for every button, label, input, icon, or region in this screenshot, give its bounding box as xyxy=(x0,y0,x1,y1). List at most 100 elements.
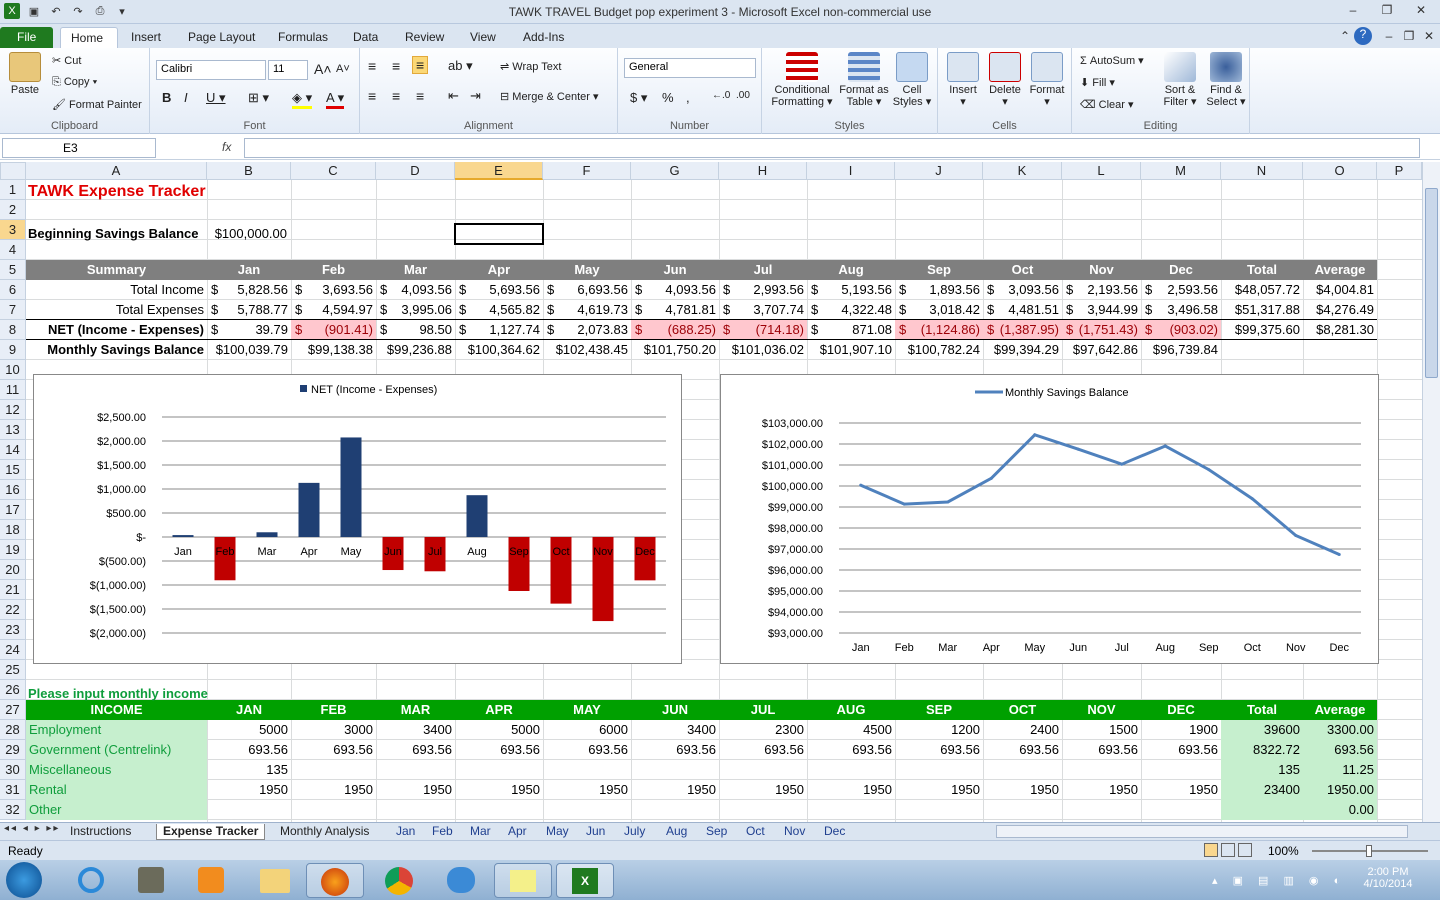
income-header-cell[interactable]: OCT xyxy=(983,700,1062,720)
row-header-14[interactable]: 14 xyxy=(0,440,26,460)
income-input-cell[interactable] xyxy=(807,800,895,820)
column-header-g[interactable]: G xyxy=(631,162,719,180)
page-layout-view-icon[interactable] xyxy=(1221,843,1235,857)
income-average-cell[interactable]: 0.00 xyxy=(1303,800,1377,820)
file-explorer-icon[interactable] xyxy=(246,863,304,898)
tab-view[interactable]: View xyxy=(460,27,506,48)
comma-icon[interactable]: , xyxy=(686,90,690,105)
workbook-close-icon[interactable]: ✕ xyxy=(1418,29,1440,45)
income-average-cell[interactable]: 3300.00 xyxy=(1303,720,1377,740)
summary-header-cell[interactable]: Nov xyxy=(1062,260,1141,280)
summary-header-cell[interactable]: Jun xyxy=(631,260,719,280)
sheet-tab-instructions[interactable]: Instructions xyxy=(64,824,137,840)
net-bar-chart[interactable]: $2,500.00 $2,000.00 $1,500.00 $1,000.00 $500… xyxy=(33,374,682,664)
row-header-17[interactable]: 17 xyxy=(0,500,26,520)
vertical-scroll-thumb[interactable] xyxy=(1425,188,1438,378)
column-header-m[interactable]: M xyxy=(1141,162,1221,180)
total-income-cell[interactable]: $2,593.56 xyxy=(1141,280,1221,300)
row-header-6[interactable]: 6 xyxy=(0,280,26,300)
income-header-cell[interactable]: Total xyxy=(1221,700,1303,720)
tab-review[interactable]: Review xyxy=(395,27,454,48)
sheet-tab-oct[interactable]: Oct xyxy=(740,824,771,840)
income-input-cell[interactable] xyxy=(1141,800,1221,820)
net-cell[interactable]: $ (1,387.95) xyxy=(983,320,1062,340)
minimize-ribbon-icon[interactable]: ⌃ xyxy=(1334,29,1356,45)
grow-font-icon[interactable]: A˄ xyxy=(314,61,332,77)
income-input-cell[interactable]: 5000 xyxy=(207,720,291,740)
align-left-icon[interactable]: ≡ xyxy=(368,88,376,104)
total-expenses-cell[interactable]: $4,481.51 xyxy=(983,300,1062,320)
total-expenses-cell[interactable]: $3,707.74 xyxy=(719,300,807,320)
net-cell[interactable]: $ (901.41) xyxy=(291,320,376,340)
column-header-e[interactable]: E xyxy=(455,162,543,180)
conditional-formatting-button[interactable]: Conditional Formatting ▾ xyxy=(766,52,838,108)
input-income-title[interactable]: Please input monthly income xyxy=(28,684,428,704)
income-input-cell[interactable] xyxy=(719,800,807,820)
total-income-cell[interactable]: $4,093.56 xyxy=(376,280,455,300)
number-format-combo[interactable]: General xyxy=(624,58,756,78)
savings-cell[interactable]: $96,739.84 xyxy=(1141,340,1221,360)
summary-header-cell[interactable]: Feb xyxy=(291,260,376,280)
income-header-cell[interactable]: MAY xyxy=(543,700,631,720)
income-header-cell[interactable]: JUL xyxy=(719,700,807,720)
summary-header-cell[interactable]: Sep xyxy=(895,260,983,280)
sheet-tab-aug[interactable]: Aug xyxy=(660,824,693,840)
income-input-cell[interactable]: 2300 xyxy=(719,720,807,740)
savings-cell[interactable]: $101,036.02 xyxy=(719,340,807,360)
income-input-cell[interactable]: 693.56 xyxy=(543,740,631,760)
income-input-cell[interactable]: 693.56 xyxy=(719,740,807,760)
media-center-icon[interactable] xyxy=(122,863,180,898)
fill-button[interactable]: ⬇ Fill ▾ xyxy=(1080,76,1115,89)
column-header-a[interactable]: A xyxy=(26,162,207,180)
sticky-notes-icon[interactable] xyxy=(494,863,552,898)
tab-home[interactable]: Home xyxy=(60,27,118,48)
total-expenses-average[interactable]: $4,276.49 xyxy=(1303,300,1377,320)
total-expenses-cell[interactable]: $3,018.42 xyxy=(895,300,983,320)
income-category-label[interactable]: Employment xyxy=(26,720,207,740)
worksheet-grid[interactable]: ABCDEFGHIJKLMNOP 1 2 3 4 5 6 7 8 9 10 11 12 13 14 15 16… xyxy=(0,162,1422,822)
row-header-5[interactable]: 5 xyxy=(0,260,26,280)
income-input-cell[interactable]: 1950 xyxy=(207,780,291,800)
restore-icon[interactable]: ❐ xyxy=(1376,3,1398,19)
cell-styles-button[interactable]: Cell Styles ▾ xyxy=(890,52,934,108)
income-input-cell[interactable]: 693.56 xyxy=(983,740,1062,760)
total-income-cell[interactable]: $5,828.56 xyxy=(207,280,291,300)
summary-header-cell[interactable]: Dec xyxy=(1141,260,1221,280)
row-header-2[interactable]: 2 xyxy=(0,200,26,220)
column-header-p[interactable]: P xyxy=(1377,162,1422,180)
total-expenses-label[interactable]: Total Expenses xyxy=(26,300,207,320)
wrap-text-button[interactable]: ⇌ Wrap Text xyxy=(500,60,561,73)
sort-filter-button[interactable]: Sort & Filter ▾ xyxy=(1158,52,1202,108)
fill-color-icon[interactable]: ◈ ▾ xyxy=(292,90,313,109)
net-cell[interactable]: $ (688.25) xyxy=(631,320,719,340)
tab-add-ins[interactable]: Add-Ins xyxy=(513,27,574,48)
sheet-nav-icon[interactable]: ◂◂ ◂ ▸ ▸▸ xyxy=(4,823,60,834)
income-input-cell[interactable]: 1950 xyxy=(895,780,983,800)
savings-cell[interactable]: $100,782.24 xyxy=(895,340,983,360)
sheet-tab-may[interactable]: May xyxy=(540,824,575,840)
total-expenses-cell[interactable]: $4,594.97 xyxy=(291,300,376,320)
column-header-h[interactable]: H xyxy=(719,162,807,180)
row-header-30[interactable]: 30 xyxy=(0,760,26,780)
income-input-cell[interactable]: 3400 xyxy=(376,720,455,740)
net-cell[interactable]: $1,127.74 xyxy=(455,320,543,340)
total-income-label[interactable]: Total Income xyxy=(26,280,207,300)
income-header-cell[interactable]: NOV xyxy=(1062,700,1141,720)
income-input-cell[interactable]: 1200 xyxy=(895,720,983,740)
row-header-20[interactable]: 20 xyxy=(0,560,26,580)
income-header-cell[interactable]: AUG xyxy=(807,700,895,720)
sheet-tab-july[interactable]: July xyxy=(618,824,651,840)
savings-cell[interactable]: $99,236.88 xyxy=(376,340,455,360)
find-select-button[interactable]: Find & Select ▾ xyxy=(1204,52,1248,108)
income-input-cell[interactable] xyxy=(291,800,376,820)
row-header-29[interactable]: 29 xyxy=(0,740,26,760)
income-input-cell[interactable] xyxy=(543,760,631,780)
income-input-cell[interactable] xyxy=(719,760,807,780)
total-income-cell[interactable]: $3,093.56 xyxy=(983,280,1062,300)
firefox-icon[interactable] xyxy=(306,863,364,898)
zoom-slider-thumb[interactable] xyxy=(1366,845,1372,857)
column-header-b[interactable]: B xyxy=(207,162,291,180)
tab-formulas[interactable]: Formulas xyxy=(268,27,338,48)
total-expenses-total[interactable]: $51,317.88 xyxy=(1221,300,1303,320)
row-header-24[interactable]: 24 xyxy=(0,640,26,660)
